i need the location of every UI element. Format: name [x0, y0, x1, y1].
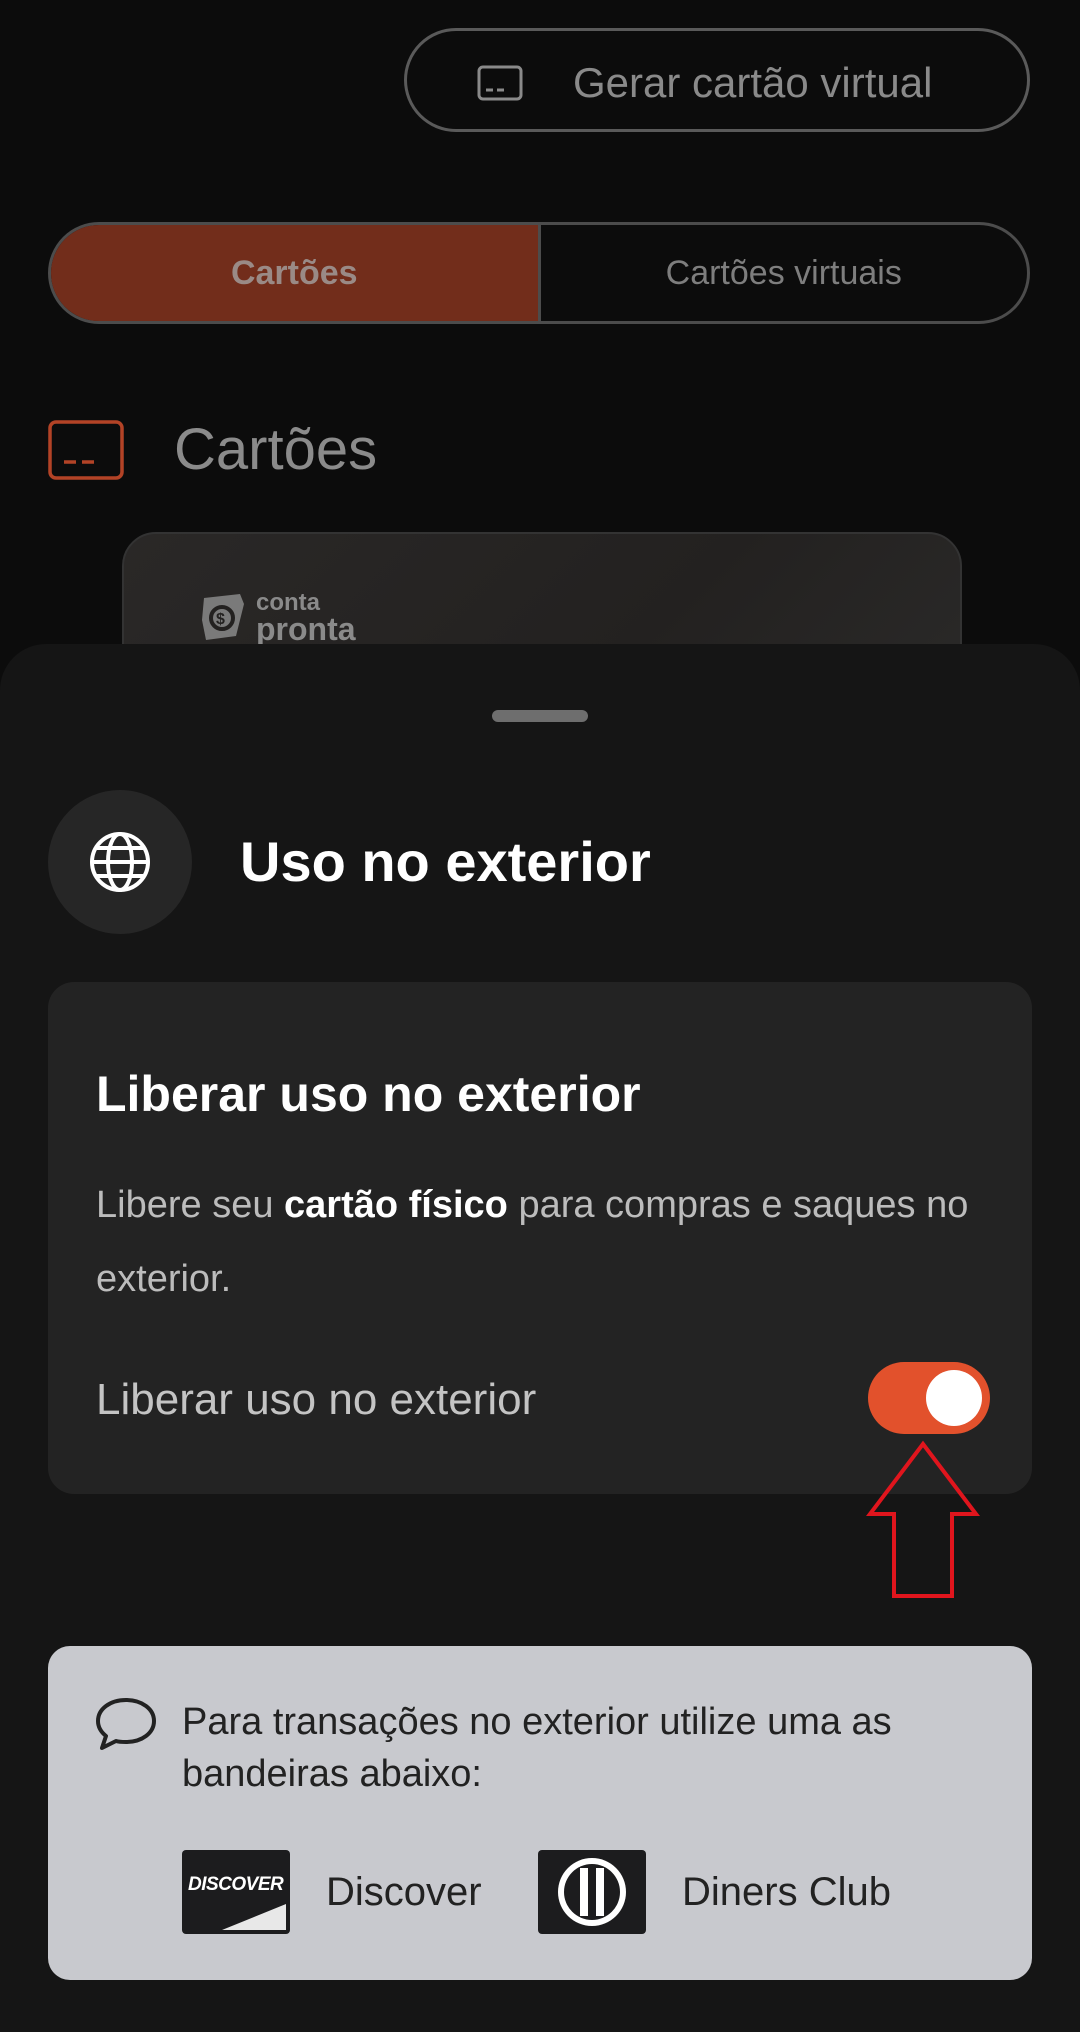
desc-prefix: Libere seu: [96, 1184, 285, 1226]
desc-bold: cartão físico: [284, 1184, 508, 1226]
generate-virtual-card-button[interactable]: Gerar cartão virtual: [404, 28, 1030, 132]
logo-line2: pronta: [256, 611, 356, 647]
svg-text:$: $: [216, 611, 225, 628]
svg-text:DISCOVER: DISCOVER: [188, 1874, 284, 1895]
tab-virtual-cards[interactable]: Cartões virtuais: [537, 225, 1028, 321]
card-icon: [477, 65, 523, 101]
diners-club-logo-icon: [538, 1850, 646, 1934]
annotation-arrow-up-icon: [866, 1440, 980, 1598]
brand-diners-club: Diners Club: [538, 1850, 891, 1934]
brand-discover: DISCOVER Discover: [182, 1850, 482, 1934]
globe-icon: [90, 832, 150, 892]
option-heading: Liberar uso no exterior: [96, 1066, 641, 1122]
chat-bubble-icon: [96, 1698, 156, 1750]
overseas-usage-card: Liberar uso no exterior Libere seu cartã…: [48, 982, 1032, 1494]
overseas-usage-toggle[interactable]: [868, 1362, 990, 1434]
sheet-title: Uso no exterior: [240, 830, 651, 893]
toggle-label: Liberar uso no exterior: [96, 1375, 537, 1424]
conta-pronta-logo-icon: $: [202, 594, 244, 640]
generate-virtual-card-label: Gerar cartão virtual: [573, 59, 933, 106]
card-tabs: Cartões Cartões virtuais: [48, 222, 1030, 324]
brand-name: Discover: [326, 1869, 482, 1914]
option-description: Libere seu cartão físico para compras e …: [96, 1168, 996, 1316]
discover-logo-icon: DISCOVER: [182, 1850, 290, 1934]
screen: Gerar cartão virtual Cartões Cartões vir…: [0, 0, 1080, 2032]
tab-cards[interactable]: Cartões: [51, 225, 538, 321]
brand-name: Diners Club: [682, 1869, 891, 1914]
sheet-drag-handle[interactable]: [492, 710, 588, 722]
globe-icon-container: [48, 790, 192, 934]
info-message: Para transações no exterior utilize uma …: [182, 1701, 892, 1795]
cards-section-header: Cartões: [48, 418, 377, 482]
card-icon: [48, 420, 124, 480]
info-box: Para transações no exterior utilize uma …: [48, 1646, 1032, 1980]
conta-pronta-logo: $ conta pronta: [196, 590, 356, 647]
toggle-knob: [926, 1370, 982, 1426]
bottom-sheet: Uso no exterior Liberar uso no exterior …: [0, 644, 1080, 2032]
section-title: Cartões: [174, 417, 378, 482]
